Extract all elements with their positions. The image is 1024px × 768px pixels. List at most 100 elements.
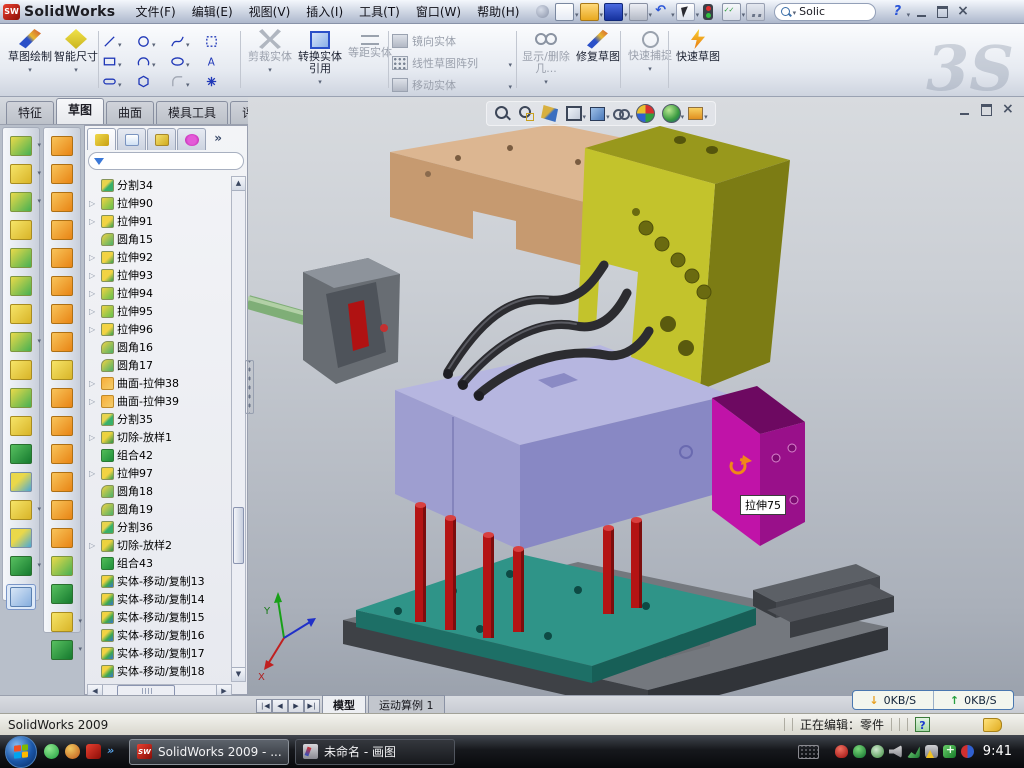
tree-item[interactable]: 拉伸91	[87, 212, 232, 230]
tree-item[interactable]: 拉伸92	[87, 248, 232, 266]
offset-entities-button[interactable]: 等距实体	[346, 29, 394, 59]
linear-sketch-pattern-button[interactable]: 线性草图阵列	[392, 55, 512, 71]
tab-features[interactable]: 特征	[6, 101, 54, 124]
security-red-icon[interactable]	[835, 745, 848, 758]
sketch-fillet-icon[interactable]	[170, 72, 204, 91]
arc-icon[interactable]	[136, 52, 170, 71]
scroll-up-button[interactable]: ▲	[232, 177, 245, 191]
repair-sketch-button[interactable]: 修复草图	[574, 29, 622, 63]
sync-icon[interactable]	[961, 745, 974, 758]
tree-item[interactable]: 圆角17	[87, 356, 232, 374]
network-speed-widget[interactable]: 0KB/S 0KB/S	[852, 690, 1014, 710]
expand-arrow-icon[interactable]	[89, 307, 98, 316]
expand-arrow-icon[interactable]	[89, 469, 98, 478]
tree-item[interactable]: 分割36	[87, 518, 232, 536]
tree-item[interactable]: 曲面-拉伸38	[87, 374, 232, 392]
next-tab-button[interactable]	[288, 699, 304, 713]
menu-window[interactable]: 窗口(W)	[408, 1, 469, 22]
tree-item[interactable]: 圆角15	[87, 230, 232, 248]
input-method-icon[interactable]	[798, 745, 819, 759]
polygon-icon[interactable]	[136, 74, 170, 89]
manager-overflow-chevron[interactable]	[209, 131, 227, 145]
tree-item[interactable]: 实体-移动/复制15	[87, 608, 232, 626]
expand-arrow-icon[interactable]	[89, 217, 98, 226]
tree-item[interactable]: 拉伸96	[87, 320, 232, 338]
taskbar-clock[interactable]: 9:41	[983, 744, 1012, 759]
tree-item[interactable]: 实体-移动/复制18	[87, 662, 232, 680]
quick-snaps-button[interactable]: 快速捕捉	[626, 29, 674, 74]
close-button[interactable]	[956, 6, 969, 18]
point-icon[interactable]	[204, 74, 238, 89]
tree-item[interactable]: 组合43	[87, 554, 232, 572]
scroll-down-button[interactable]: ▼	[232, 667, 245, 681]
pattern-box-icon[interactable]	[204, 34, 238, 49]
volume-icon[interactable]	[889, 745, 902, 758]
menu-edit[interactable]: 编辑(E)	[184, 1, 241, 22]
tree-item[interactable]: 拉伸94	[87, 284, 232, 302]
antivirus-green-icon[interactable]	[853, 745, 866, 758]
tree-item[interactable]: 拉伸90	[87, 194, 232, 212]
mirror-entities-button[interactable]: 镜向实体	[392, 33, 512, 49]
restore-button[interactable]	[937, 6, 948, 18]
sketch-text-icon[interactable]: A	[204, 54, 238, 69]
scroll-thumb[interactable]	[233, 507, 244, 564]
menu-insert[interactable]: 插入(I)	[298, 1, 351, 22]
overflow-chevron[interactable]	[107, 744, 122, 759]
move-entities-button[interactable]: 移动实体	[392, 77, 512, 93]
smart-dimension-button[interactable]: 智能尺寸	[52, 29, 100, 75]
media-icon[interactable]	[65, 744, 80, 759]
convert-entities-button[interactable]: 转换实体引用	[296, 29, 344, 87]
solidworks-icon[interactable]	[86, 744, 101, 759]
spline-icon[interactable]	[170, 32, 204, 51]
dimxpertmanager-tab[interactable]	[177, 128, 206, 150]
expand-arrow-icon[interactable]	[89, 433, 98, 442]
tree-item[interactable]: 实体-移动/复制17	[87, 644, 232, 662]
minimize-button[interactable]	[916, 6, 929, 18]
panel-splitter[interactable]	[245, 360, 254, 414]
rectangle-icon[interactable]	[102, 52, 136, 71]
solidworks-taskbar-button[interactable]: SW SolidWorks 2009 - ...	[129, 739, 289, 765]
network-warning-icon[interactable]	[925, 745, 938, 758]
tree-item[interactable]: 分割34	[87, 176, 232, 194]
tree-item[interactable]: 拉伸93	[87, 266, 232, 284]
network-icon[interactable]	[907, 745, 920, 758]
previous-tab-button[interactable]	[272, 699, 288, 713]
trim-entities-button[interactable]: 剪裁实体	[246, 29, 294, 75]
messenger-icon[interactable]	[44, 744, 59, 759]
tree-item[interactable]: 拉伸97	[87, 464, 232, 482]
tree-item[interactable]: 实体-移动/复制13	[87, 572, 232, 590]
ellipse-icon[interactable]	[170, 52, 204, 71]
expand-arrow-icon[interactable]	[89, 271, 98, 280]
paint-taskbar-button[interactable]: 未命名 - 画图	[295, 739, 455, 765]
tab-mold-tools[interactable]: 模具工具	[156, 101, 228, 124]
propertymanager-tab[interactable]	[117, 128, 146, 150]
tree-item[interactable]: 拉伸95	[87, 302, 232, 320]
tree-item[interactable]: 实体-移动/复制16	[87, 626, 232, 644]
tree-item[interactable]: 分割35	[87, 410, 232, 428]
tag-icon[interactable]	[983, 718, 1002, 732]
model-tab[interactable]: 模型	[322, 695, 366, 713]
expand-arrow-icon[interactable]	[89, 397, 98, 406]
update-icon[interactable]	[871, 745, 884, 758]
featuremanager-tree-tab[interactable]	[87, 128, 116, 150]
tab-surfaces[interactable]: 曲面	[106, 101, 154, 124]
status-help-icon[interactable]: ?	[915, 717, 930, 732]
tree-item[interactable]: 组合42	[87, 446, 232, 464]
expand-arrow-icon[interactable]	[89, 253, 98, 262]
graphics-area[interactable]: Y X 拉伸75	[248, 97, 1024, 695]
tree-item[interactable]: 圆角16	[87, 338, 232, 356]
tree-item[interactable]: 圆角18	[87, 482, 232, 500]
doc-restore-button[interactable]	[981, 104, 992, 116]
search-box[interactable]: Solic	[774, 3, 876, 21]
first-tab-button[interactable]	[256, 699, 272, 713]
menu-tools[interactable]: 工具(T)	[351, 1, 408, 22]
tree-filter-box[interactable]	[88, 152, 244, 170]
circle-icon[interactable]	[136, 32, 170, 51]
expand-arrow-icon[interactable]	[89, 379, 98, 388]
menu-view[interactable]: 视图(V)	[241, 1, 299, 22]
menu-help[interactable]: 帮助(H)	[469, 1, 527, 22]
tab-sketch[interactable]: 草图	[56, 98, 104, 124]
model-3d-view[interactable]: Y X	[248, 122, 1024, 695]
tree-item[interactable]: 切除-放样1	[87, 428, 232, 446]
start-button[interactable]	[5, 736, 37, 768]
